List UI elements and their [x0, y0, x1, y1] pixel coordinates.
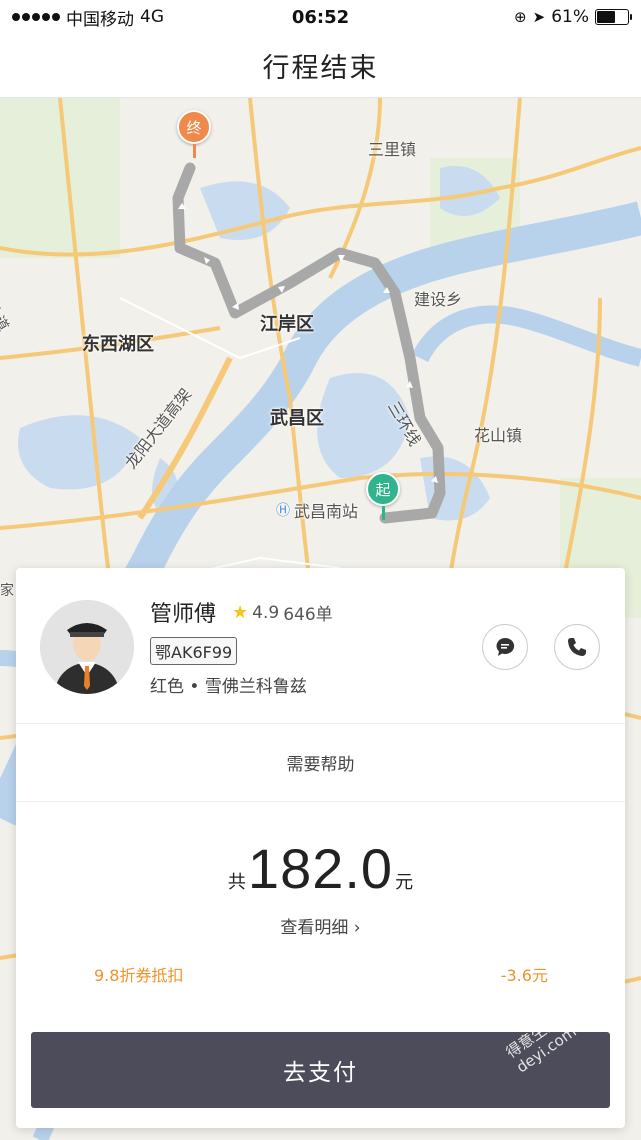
order-count: 646单 — [283, 605, 333, 625]
status-bar: 中国移动 4G 06:52 ⊕ ➤ 61% — [0, 0, 641, 34]
map-label-dongxihu: 东西湖区 — [82, 334, 154, 355]
nav-bar: 行程结束 — [0, 34, 641, 98]
end-marker-label: 终 — [177, 110, 211, 144]
message-icon — [496, 637, 515, 656]
fare-prefix: 共 — [227, 872, 246, 893]
map-label-jiangan: 江岸区 — [260, 314, 314, 335]
train-station-icon: Ⓗ — [276, 503, 290, 519]
map-label-station: Ⓗ 武昌南站 — [276, 498, 358, 522]
map-label-huashan: 花山镇 — [474, 426, 523, 445]
page-title: 行程结束 — [262, 53, 379, 84]
lake — [200, 181, 290, 240]
map-label-edge-b: 家 — [0, 583, 14, 599]
need-help-button[interactable]: 需要帮助 — [16, 724, 625, 802]
car-description: 红色 • 雪佛兰科鲁兹 — [150, 677, 307, 697]
river-branch — [411, 305, 641, 367]
station-name: 武昌南站 — [294, 502, 359, 521]
map-label-wuchang: 武昌区 — [270, 408, 324, 429]
coupon-row: 9.8折券抵扣 -3.6元 — [94, 962, 548, 986]
message-driver-button[interactable] — [482, 624, 528, 670]
status-time: 06:52 — [291, 6, 350, 28]
license-plate: 鄂AK6F99 — [150, 637, 238, 665]
location-arrow-icon: ➤ — [532, 8, 546, 26]
driver-name: 管师傅 — [150, 602, 217, 627]
view-details-link[interactable]: 查看明细 › — [16, 913, 625, 938]
driver-avatar-icon — [40, 600, 134, 694]
end-pin-stem — [192, 144, 196, 158]
coupon-value: -3.6元 — [500, 966, 548, 985]
start-location-pin[interactable]: 起 — [366, 472, 400, 520]
fare-total: 共 182.0 元 — [16, 836, 625, 901]
battery-level — [597, 11, 616, 23]
fare-amount: 182.0 — [247, 837, 394, 900]
battery-icon — [595, 9, 632, 25]
orientation-lock-icon: ⊕ — [514, 8, 527, 26]
rating-value: 4.9 — [252, 602, 280, 623]
map-label-sanli: 三里镇 — [368, 140, 417, 159]
start-marker-label: 起 — [366, 472, 400, 506]
driver-avatar — [40, 600, 134, 694]
star-icon: ★ — [232, 602, 249, 623]
signal-strength-icon — [12, 13, 60, 21]
status-right: ⊕ ➤ 61% — [514, 7, 632, 27]
battery-percent: 61% — [551, 7, 589, 27]
phone-icon — [568, 638, 586, 656]
fare-summary: 共 182.0 元 查看明细 › — [16, 836, 625, 938]
end-location-pin[interactable]: 终 — [177, 110, 211, 158]
start-pin-stem — [381, 506, 385, 520]
fare-unit: 元 — [395, 872, 414, 893]
status-left: 中国移动 4G — [12, 5, 164, 30]
driver-info: 管师傅 ★ 4.9 646单 鄂AK6F99 红色 • 雪佛兰科鲁兹 — [16, 568, 625, 724]
coupon-label: 9.8折券抵扣 — [94, 966, 184, 985]
network-label: 4G — [140, 7, 164, 27]
call-driver-button[interactable] — [554, 624, 600, 670]
carrier-label: 中国移动 — [66, 9, 134, 30]
driver-rating: ★ 4.9 646单 — [232, 600, 333, 625]
park-area — [0, 98, 120, 258]
map-label-jianshe: 建设乡 — [414, 290, 463, 309]
